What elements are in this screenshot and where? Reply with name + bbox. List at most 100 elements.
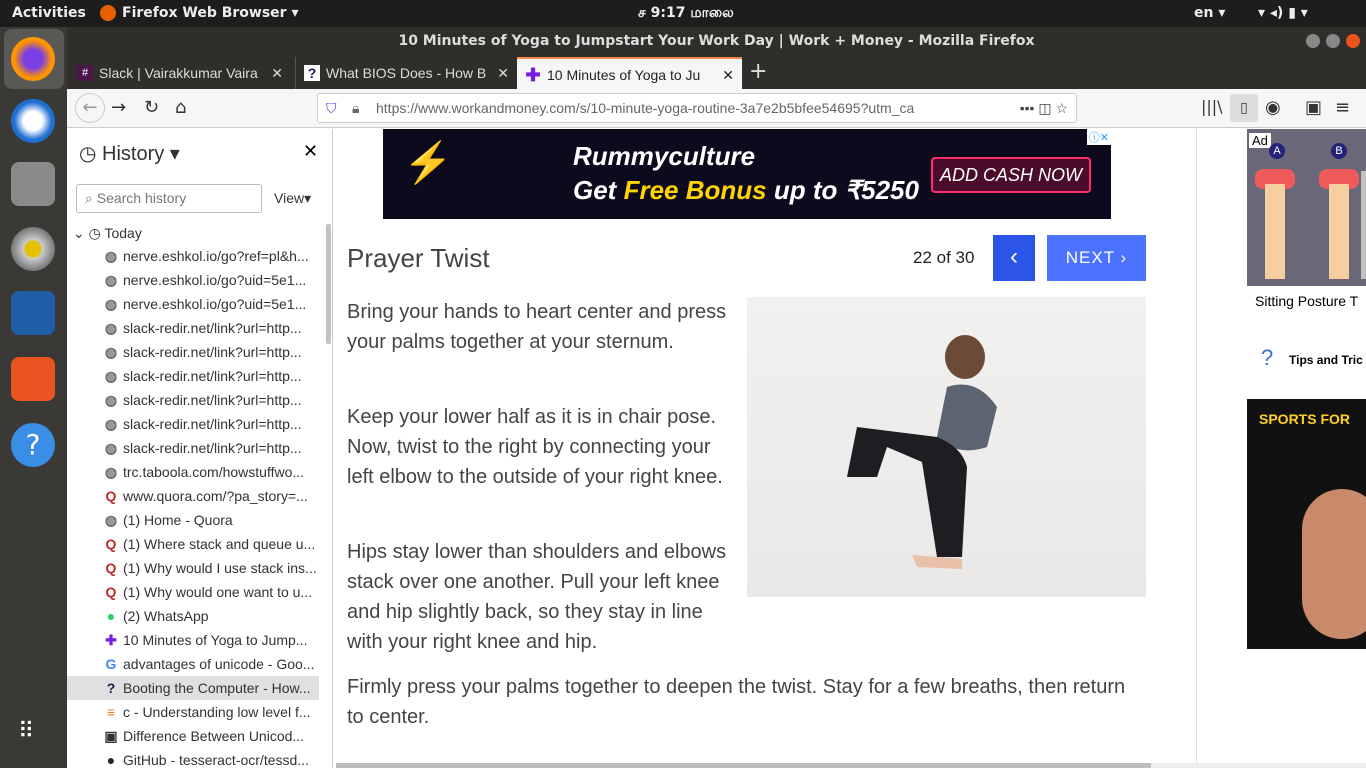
history-item[interactable]: ◍ slack-redir.net/link?url=http... [103,388,319,412]
url-bar[interactable]: ⛉ 🔒︎ https://www.workandmoney.com/s/10-m… [317,93,1077,123]
wifi-icon[interactable]: ▾ ◂) ▮ ▾ [1258,5,1308,21]
history-item-label: c - Understanding low level f... [123,704,311,720]
horizontal-scrollbar[interactable] [336,763,1366,768]
close-sidebar-button[interactable]: ✕ [303,141,318,162]
history-item-label: (1) Why would one want to u... [123,584,313,600]
whats-new-icon[interactable]: ▣ [1305,97,1322,118]
rummyculture-ad-banner[interactable]: ⚡ Rummyculture Get Free Bonus up to ₹525… [383,129,1111,219]
sports-ad-text: SPORTS FOR [1259,411,1351,427]
tab-bar: # Slack | Vairakkumar Vaira ✕ ? What BIOS D… [67,55,1366,89]
app-menu[interactable]: Firefox Web Browser ▾ [122,5,298,21]
history-group-today[interactable]: ⌄ ◷ Today [73,225,142,242]
label-b: B [1331,143,1347,159]
menu-icon[interactable]: ≡ [1335,97,1350,118]
close-tab-icon[interactable]: ✕ [718,59,734,89]
history-item[interactable]: ◍ nerve.eshkol.io/go?ref=pl&h... [103,244,319,268]
history-item[interactable]: Q (1) Where stack and queue u... [103,532,319,556]
add-cash-button[interactable]: ADD CASH NOW [931,157,1091,193]
close-window-button[interactable] [1346,34,1360,48]
globe-icon: ◍ [104,440,118,456]
hsw-icon: ? [106,680,116,696]
search-history-input[interactable]: ⌕ Search history [76,184,262,213]
language-indicator[interactable]: en ▾ [1194,5,1225,21]
history-item-label: trc.taboola.com/howstuffwo... [123,464,305,480]
history-item[interactable]: ◍ slack-redir.net/link?url=http... [103,364,319,388]
history-item[interactable]: Gadvantages of unicode - Goo... [103,652,319,676]
firefox-dock-icon[interactable] [11,37,55,81]
sidebar-toggle-icon[interactable]: ▯ [1230,94,1258,122]
paragraph-3: Hips stay lower than shoulders and elbow… [347,541,727,653]
lock-icon[interactable]: 🔒︎ [352,94,359,122]
library-icon[interactable]: |||\ [1201,97,1223,116]
firefox-icon [100,5,116,21]
history-item[interactable]: Q (1) Why would I use stack ins... [103,556,319,580]
account-icon[interactable]: ◉ [1265,97,1281,118]
files-dock-icon[interactable] [11,162,55,206]
plus-icon: ✚ [105,632,117,648]
dock: ? ⠿ [0,27,67,768]
history-item-label: (1) Home - Quora [123,512,233,528]
history-item[interactable]: ◍ slack-redir.net/link?url=http... [103,412,319,436]
adchoices-icon[interactable]: ⓘ✕ [1086,129,1111,145]
ad-caption[interactable]: Sitting Posture T [1255,293,1358,309]
activities-button[interactable]: Activities [12,5,86,21]
close-tab-icon[interactable]: ✕ [493,57,509,89]
history-item[interactable]: ? Booting the Computer - How... [67,676,319,700]
globe-icon: ◍ [104,344,118,360]
plus-favicon: ✚ [525,65,541,85]
software-dock-icon[interactable] [11,357,55,401]
new-tab-button[interactable]: + [749,59,767,84]
history-item[interactable]: ◍ (1) Home - Quora [103,508,319,532]
previous-button[interactable]: ‹ [993,235,1035,281]
history-item[interactable]: ≡ c - Understanding low level f... [103,700,319,724]
history-item[interactable]: ◍ trc.taboola.com/howstuffwo... [103,460,319,484]
tips-logo-icon: ? [1261,345,1274,370]
writer-dock-icon[interactable] [11,291,55,335]
tips-label[interactable]: Tips and Tric [1289,353,1363,367]
view-menu-button[interactable]: View▾ [274,190,311,207]
page-content: ⚡ Rummyculture Get Free Bonus up to ₹525… [336,129,1196,763]
history-item-label: Booting the Computer - How... [123,680,311,696]
tab-slack[interactable]: # Slack | Vairakkumar Vaira ✕ [69,57,291,89]
minimize-button[interactable] [1306,34,1320,48]
history-item[interactable]: ● (2) WhatsApp [103,604,319,628]
sidebar-title-menu[interactable]: ◷ History ▾ [79,141,180,166]
back-button[interactable]: ← [75,93,105,123]
rhythmbox-dock-icon[interactable] [11,227,55,271]
close-tab-icon[interactable]: ✕ [267,57,283,89]
history-item[interactable]: ◍ slack-redir.net/link?url=http... [103,316,319,340]
history-item[interactable]: ◍ nerve.eshkol.io/go?uid=5e1... [103,292,319,316]
history-item[interactable]: ◍ slack-redir.net/link?url=http... [103,340,319,364]
show-apps-icon[interactable]: ⠿ [18,719,36,744]
quora-icon: Q [105,584,117,600]
thunderbird-dock-icon[interactable] [11,99,55,143]
sports-ad[interactable]: SPORTS FOR [1247,399,1366,649]
history-item-label: slack-redir.net/link?url=http... [123,440,302,456]
clock[interactable]: ச 9:17 மாலை [638,5,734,23]
sidebar-scrollbar[interactable] [326,224,331,344]
globe-icon: ◍ [104,392,118,408]
forward-button[interactable]: → [111,97,126,118]
tab-bios[interactable]: ? What BIOS Does - How B ✕ [295,57,517,89]
home-button[interactable]: ⌂ [175,97,186,118]
page-scrollbar[interactable] [1361,171,1366,279]
history-item[interactable]: ◍ nerve.eshkol.io/go?uid=5e1... [103,268,319,292]
history-item[interactable]: Qwww.quora.com/?pa_story=... [103,484,319,508]
sitting-posture-ad-image[interactable]: Ad A B [1247,129,1366,286]
history-item[interactable]: ◍ slack-redir.net/link?url=http... [103,436,319,460]
tracking-shield-icon[interactable]: ⛉ [326,94,337,122]
quora-icon: Q [105,488,117,504]
maximize-button[interactable] [1326,34,1340,48]
history-item[interactable]: Q (1) Why would one want to u... [103,580,319,604]
history-item[interactable]: ● GitHub - tesseract-ocr/tessd... [103,748,319,772]
history-item-label: advantages of unicode - Goo... [123,656,315,672]
history-item[interactable]: ✚ 10 Minutes of Yoga to Jump... [103,628,319,652]
page-actions[interactable]: ••• ◫ ☆ [1011,94,1076,122]
history-item-label: nerve.eshkol.io/go?uid=5e1... [123,296,307,312]
reload-button[interactable]: ↻ [144,97,159,118]
help-dock-icon[interactable]: ? [11,423,55,467]
next-button[interactable]: NEXT › [1047,235,1146,281]
tab-yoga[interactable]: ✚ 10 Minutes of Yoga to Ju ✕ [517,57,742,89]
history-item[interactable]: ▣ Difference Between Unicod... [103,724,319,748]
globe-icon: ◍ [104,296,118,312]
